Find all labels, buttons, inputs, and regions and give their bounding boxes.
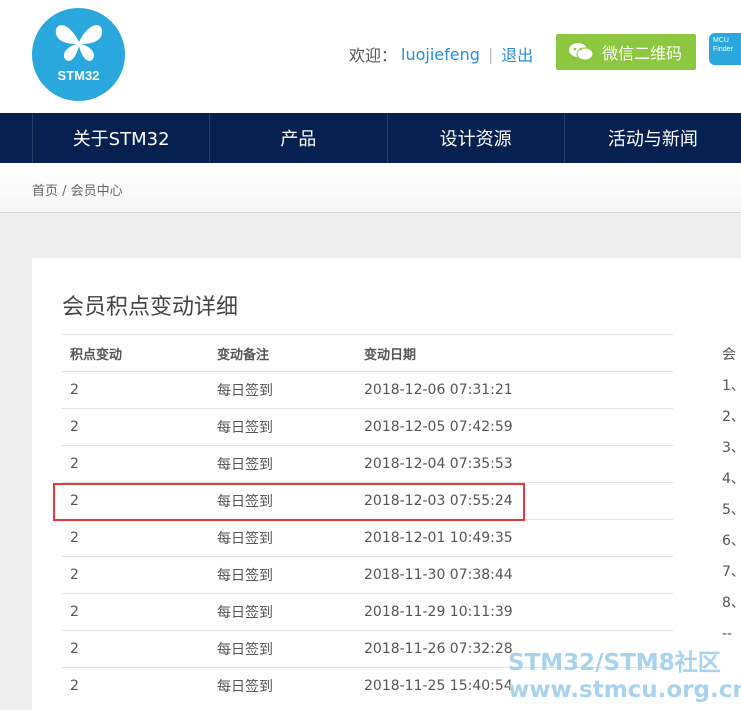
note-cell: 每日签到 [217,457,273,473]
wechat-icon [568,42,594,62]
side-item: 2、 [722,409,741,425]
column-header-note: 变动备注 [217,347,270,363]
side-item: 6、 [722,533,741,549]
side-heading: 会 [722,347,736,363]
community-watermark: STM32/STM8社区 www.stmcu.org.cn [508,650,741,704]
table-row: 2 每日签到 2018-12-05 07:42:59 [62,408,673,445]
note-cell: 每日签到 [217,383,273,399]
side-item: 7、 [722,564,741,580]
side-item: 3、 [722,440,741,456]
note-cell: 每日签到 [217,420,273,436]
points-cell: 2 [70,419,79,435]
date-cell: 2018-12-06 07:31:21 [364,382,513,398]
mcu-finder-badge[interactable]: MCU Finder [709,33,741,65]
wechat-qr-button[interactable]: 微信二维码 [556,34,696,70]
nav-item-about[interactable]: 关于STM32 [32,113,209,163]
table-row: 2 每日签到 2018-11-30 07:38:44 [62,556,673,593]
table-header: 积点变动 变动备注 变动日期 [62,334,673,371]
table-row: 2 每日签到 2018-12-06 07:31:21 [62,371,673,408]
date-cell: 2018-12-04 07:35:53 [364,456,513,472]
note-cell: 每日签到 [217,568,273,584]
highlight-box [53,483,525,521]
user-welcome: 欢迎： luojiefeng | 退出 [349,42,533,66]
breadcrumb: 首页 / 会员中心 [32,184,123,199]
breadcrumb-bar: 首页 / 会员中心 [0,163,741,213]
stm32-logo[interactable]: STM32 [32,8,125,101]
watermark-line2: www.stmcu.org.cn [508,677,741,703]
side-item: 5、 [722,502,741,518]
logout-link[interactable]: 退出 [501,42,533,66]
points-cell: 2 [70,604,79,620]
nav-item-products[interactable]: 产品 [209,113,386,163]
main-nav: 关于STM32 产品 设计资源 活动与新闻 [0,113,741,163]
note-cell: 每日签到 [217,531,273,547]
side-item: -- [722,626,733,642]
nav-item-events-news[interactable]: 活动与新闻 [563,113,741,163]
points-cell: 2 [70,530,79,546]
table-row: 2 每日签到 2018-11-29 10:11:39 [62,593,673,630]
date-cell: 2018-11-29 10:11:39 [364,604,513,620]
note-cell: 每日签到 [217,679,273,695]
site-header: STM32 欢迎： luojiefeng | 退出 微信二维码 MCU Find… [0,0,741,113]
mcu-finder-line1: MCU [713,37,729,44]
points-cell: 2 [70,456,79,472]
side-item: 8、 [722,595,741,611]
column-header-points: 积点变动 [70,347,123,363]
date-cell: 2018-12-01 10:49:35 [364,530,513,546]
side-item: 1、 [722,378,741,394]
welcome-label: 欢迎： [349,46,398,65]
watermark-line1: STM32/STM8社区 [508,650,721,676]
page-title: 会员积点变动详细 [62,295,239,320]
wechat-button-label: 微信二维码 [602,44,683,63]
nav-item-design-resources[interactable]: 设计资源 [386,113,564,163]
mcu-finder-line2: Finder [713,46,733,53]
column-header-date: 变动日期 [364,347,417,363]
divider: | [487,44,494,64]
points-cell: 2 [70,382,79,398]
table-row: 2 每日签到 2018-12-04 07:35:53 [62,445,673,482]
side-panel: 会 1、 2、 3、 4、 5、 6、 7、 8、 -- [722,340,741,650]
username-link[interactable]: luojiefeng [401,45,480,64]
date-cell: 2018-12-05 07:42:59 [364,419,513,435]
note-cell: 每日签到 [217,605,273,621]
butterfly-icon [55,25,103,61]
table-row: 2 每日签到 2018-12-01 10:49:35 [62,519,673,556]
points-cell: 2 [70,641,79,657]
logo-text: STM32 [57,68,100,83]
date-cell: 2018-11-30 07:38:44 [364,567,513,583]
note-cell: 每日签到 [217,642,273,658]
side-item: 4、 [722,471,741,487]
points-cell: 2 [70,567,79,583]
points-cell: 2 [70,678,79,694]
